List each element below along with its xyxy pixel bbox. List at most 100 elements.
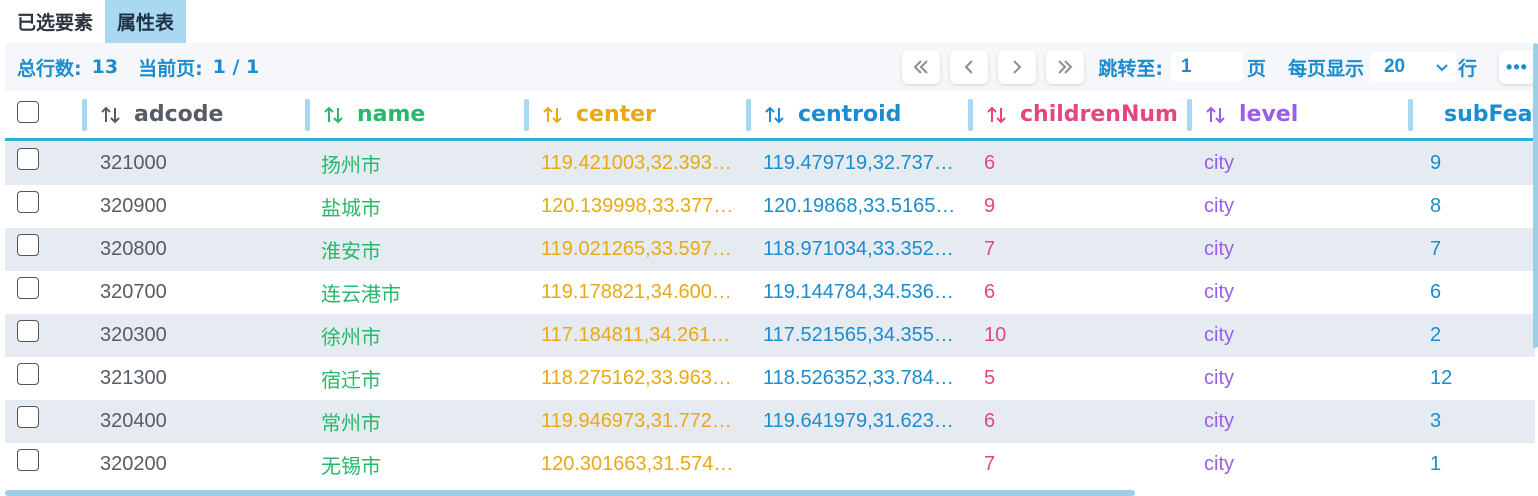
- per-page-select[interactable]: 20: [1369, 52, 1456, 82]
- sort-icon[interactable]: [764, 104, 786, 126]
- column-resize-handle[interactable]: [524, 99, 529, 131]
- cell-adcode: 321000: [100, 152, 167, 174]
- column-resize-handle[interactable]: [968, 99, 973, 131]
- cell-name: 宿迁市: [321, 370, 381, 392]
- column-resize-handle[interactable]: [1187, 99, 1192, 131]
- table-row[interactable]: 320300 徐州市 117.184811,34.261… 117.521565,34…: [5, 314, 1535, 357]
- cell-name: 扬州市: [321, 155, 381, 177]
- cell-centroid: 118.971034,33.352…: [763, 238, 954, 260]
- tab-selected-features[interactable]: 已选要素: [5, 0, 105, 43]
- column-header-label: adcode: [134, 102, 224, 127]
- cell-childrenNum: 9: [984, 195, 996, 217]
- chevron-right-icon: [1013, 60, 1022, 74]
- cell-centroid: 119.144784,34.536…: [763, 281, 954, 303]
- table-row[interactable]: 320700 连云港市 119.178821,34.600… 119.144784,3…: [5, 271, 1535, 314]
- cell-childrenNum: 7: [984, 238, 996, 260]
- cell-subFeature: 7: [1430, 238, 1442, 260]
- column-resize-handle[interactable]: [1408, 99, 1413, 131]
- cell-name: 常州市: [321, 413, 381, 435]
- column-header-subFeature[interactable]: subFeatu: [1408, 91, 1538, 138]
- next-page-button[interactable]: [998, 50, 1037, 84]
- table-info: 总行数: 13 当前页: 1 / 1: [5, 54, 259, 81]
- cell-centroid: 120.19868,33.5165…: [763, 195, 956, 217]
- cell-adcode: 320300: [100, 324, 167, 346]
- cell-adcode: 320900: [100, 195, 167, 217]
- cell-level: city: [1204, 195, 1234, 217]
- sort-icon[interactable]: [542, 104, 564, 126]
- column-resize-handle[interactable]: [82, 99, 87, 131]
- tab-bar: 已选要素 属性表: [0, 0, 1538, 43]
- page-unit-label: 页: [1246, 57, 1266, 80]
- cell-name: 盐城市: [321, 198, 381, 220]
- table-row[interactable]: 320900 盐城市 120.139998,33.377… 120.19868,33.…: [5, 185, 1535, 228]
- table-row[interactable]: 320800 淮安市 119.021265,33.597… 118.971034,33…: [5, 228, 1535, 271]
- first-page-button[interactable]: [902, 50, 941, 84]
- more-icon: •••: [1506, 56, 1528, 77]
- cell-center: 119.178821,34.600…: [541, 281, 732, 303]
- column-header-center[interactable]: center: [524, 91, 656, 138]
- row-checkbox[interactable]: [17, 363, 39, 385]
- cell-childrenNum: 6: [984, 152, 996, 174]
- cell-centroid: 119.641979,31.623…: [763, 410, 954, 432]
- sort-icon[interactable]: [1205, 104, 1227, 126]
- column-header-level[interactable]: level: [1187, 91, 1298, 138]
- cell-adcode: 321300: [100, 367, 167, 389]
- column-header-adcode[interactable]: adcode: [82, 91, 223, 138]
- cell-name: 徐州市: [321, 327, 381, 349]
- cell-level: city: [1204, 367, 1234, 389]
- vertical-scrollbar[interactable]: [1533, 43, 1538, 348]
- cell-center: 120.139998,33.377…: [541, 195, 734, 217]
- per-page-label: 每页显示: [1287, 57, 1364, 80]
- column-header-centroid[interactable]: centroid: [746, 91, 901, 138]
- double-chevron-right-icon: [1058, 60, 1073, 74]
- column-header-label: centroid: [798, 102, 902, 127]
- column-header-childrenNum[interactable]: childrenNum: [968, 91, 1178, 138]
- row-checkbox[interactable]: [17, 234, 39, 256]
- column-resize-handle[interactable]: [305, 99, 310, 131]
- table-row[interactable]: 320400 常州市 119.946973,31.772… 119.641979,31…: [5, 400, 1535, 443]
- prev-page-button[interactable]: [950, 50, 989, 84]
- cell-level: city: [1204, 324, 1234, 346]
- cell-name: 淮安市: [321, 241, 381, 263]
- sort-icon[interactable]: [323, 104, 345, 126]
- row-checkbox[interactable]: [17, 148, 39, 170]
- total-rows-value: 13: [91, 56, 119, 78]
- more-options-button[interactable]: •••: [1499, 50, 1535, 84]
- sort-icon[interactable]: [986, 104, 1008, 126]
- row-checkbox[interactable]: [17, 191, 39, 213]
- cell-center: 119.421003,32.393…: [541, 152, 732, 174]
- column-resize-handle[interactable]: [746, 99, 751, 131]
- cell-subFeature: 3: [1430, 410, 1442, 432]
- horizontal-scrollbar[interactable]: [5, 490, 1135, 496]
- pagination: 跳转至: 1 页 每页显示 20 行 •••: [902, 43, 1535, 91]
- cell-childrenNum: 10: [984, 324, 1007, 346]
- table-row[interactable]: 321000 扬州市 119.421003,32.393… 119.479719,32…: [5, 142, 1535, 185]
- row-checkbox[interactable]: [17, 277, 39, 299]
- cell-adcode: 320700: [100, 281, 167, 303]
- cell-level: city: [1204, 281, 1234, 303]
- chevron-down-icon: [1436, 64, 1448, 72]
- column-header-label: childrenNum: [1020, 102, 1178, 127]
- cell-center: 120.301663,31.574…: [541, 453, 734, 475]
- cell-adcode: 320800: [100, 238, 167, 260]
- table-row[interactable]: 320200 无锡市 120.301663,31.574… 7 city 1: [5, 443, 1535, 486]
- cell-subFeature: 9: [1430, 152, 1442, 174]
- last-page-button[interactable]: [1046, 50, 1085, 84]
- row-checkbox[interactable]: [17, 406, 39, 428]
- jump-page-input[interactable]: 1: [1170, 52, 1243, 82]
- row-checkbox[interactable]: [17, 449, 39, 471]
- cell-level: city: [1204, 152, 1234, 174]
- cell-adcode: 320200: [100, 453, 167, 475]
- select-all-checkbox[interactable]: [17, 101, 39, 123]
- table-row[interactable]: 321300 宿迁市 118.275162,33.963… 118.526352,33…: [5, 357, 1535, 400]
- double-chevron-left-icon: [913, 60, 929, 74]
- cell-childrenNum: 6: [984, 410, 996, 432]
- tab-attribute-table[interactable]: 属性表: [105, 0, 187, 43]
- sort-icon[interactable]: [100, 104, 122, 126]
- cell-centroid: [763, 443, 964, 486]
- cell-level: city: [1204, 453, 1234, 475]
- table-header: adcode name center centroid childrenNum level…: [5, 91, 1538, 141]
- row-checkbox[interactable]: [17, 320, 39, 342]
- column-header-name[interactable]: name: [305, 91, 425, 138]
- cell-subFeature: 1: [1430, 453, 1442, 475]
